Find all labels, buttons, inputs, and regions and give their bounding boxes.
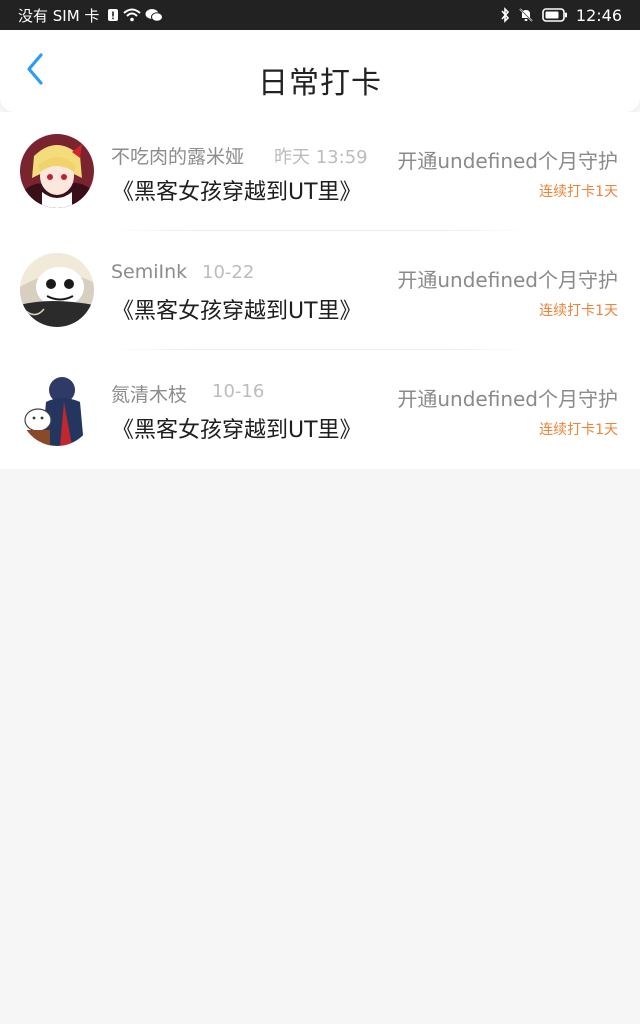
list-item[interactable]: 氮清木枝 10-16 《黑客女孩穿越到UT里》 开通undefined个月守护 … [0, 350, 640, 469]
avatar[interactable] [20, 372, 94, 446]
guard-text: 开通undefined个月守护 [397, 387, 618, 411]
book-title[interactable]: 《黑客女孩穿越到UT里》 [112, 293, 362, 325]
username[interactable]: 不吃肉的露米娅 [111, 142, 244, 169]
guard-text: 开通undefined个月守护 [397, 268, 618, 292]
streak-badge: 连续打卡1天 [539, 422, 618, 438]
wechat-icon [145, 8, 164, 22]
avatar[interactable] [20, 253, 94, 327]
sim-alert-icon [107, 8, 119, 22]
checkin-time: 10-16 [212, 381, 265, 402]
mute-bell-icon [518, 7, 534, 23]
carrier-label: 没有 SIM 卡 [18, 6, 100, 25]
book-title[interactable]: 《黑客女孩穿越到UT里》 [112, 412, 362, 444]
checkin-time: 10-22 [202, 262, 255, 283]
avatar[interactable] [20, 134, 94, 208]
username[interactable]: SemiInk [111, 261, 187, 283]
checkin-list: 不吃肉的露米娅 昨天 13:59 《黑客女孩穿越到UT里》 开通undefine… [0, 112, 640, 469]
list-item[interactable]: 不吃肉的露米娅 昨天 13:59 《黑客女孩穿越到UT里》 开通undefine… [0, 112, 640, 231]
status-bar: 没有 SIM 卡 12:46 [0, 0, 640, 30]
list-item[interactable]: SemiInk 10-22 《黑客女孩穿越到UT里》 开通undefined个月… [0, 231, 640, 350]
page-title: 日常打卡 [258, 66, 382, 101]
wifi-icon [123, 8, 142, 22]
header: 日常打卡 [0, 30, 640, 112]
streak-badge: 连续打卡1天 [539, 303, 618, 319]
username[interactable]: 氮清木枝 [111, 380, 187, 407]
checkin-time: 昨天 13:59 [274, 147, 368, 168]
guard-text: 开通undefined个月守护 [397, 149, 618, 173]
streak-badge: 连续打卡1天 [539, 184, 618, 200]
bluetooth-icon [500, 7, 510, 23]
status-bar-left: 没有 SIM 卡 [18, 5, 164, 26]
book-title[interactable]: 《黑客女孩穿越到UT里》 [112, 174, 362, 206]
status-bar-right: 12:46 [500, 6, 622, 25]
clock: 12:46 [575, 5, 622, 25]
battery-icon [542, 8, 568, 22]
